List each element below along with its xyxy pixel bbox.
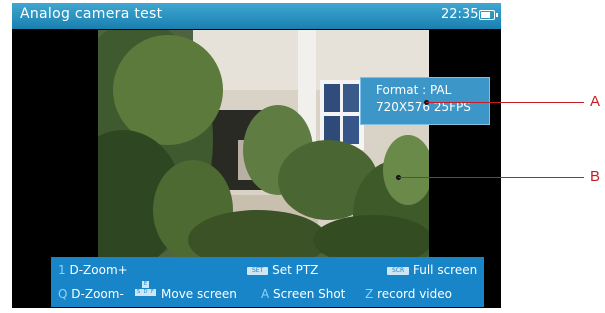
clock: 22:35 <box>441 7 479 22</box>
menu-record-video[interactable]: Z record video <box>365 287 452 301</box>
callout-b-label: B <box>590 168 601 185</box>
move-screen-label: Move screen <box>161 287 237 301</box>
move-screen-keys-icon: E S D F <box>135 281 157 303</box>
zoom-out-key: Q <box>58 287 68 301</box>
set-ptz-label: Set PTZ <box>272 263 319 277</box>
battery-fill <box>481 12 491 18</box>
scr-key: SCR <box>387 267 410 275</box>
menu-zoom-out[interactable]: Q D-Zoom- <box>58 287 124 301</box>
format-line: Format : PAL <box>376 83 452 97</box>
zoom-in-key: 1 <box>58 263 66 277</box>
callout-a-line <box>426 102 584 103</box>
shortcut-menu-bar: 1 D-Zoom+ SET Set PTZ SCR Full screen Q … <box>51 257 484 307</box>
record-key: Z <box>365 287 374 301</box>
record-video-label: record video <box>377 287 452 301</box>
menu-set-ptz[interactable]: SET Set PTZ <box>247 263 318 277</box>
key-e: E <box>142 281 149 288</box>
key-s: S <box>135 289 142 296</box>
menu-zoom-in[interactable]: 1 D-Zoom+ <box>58 263 128 277</box>
zoom-in-label: D-Zoom+ <box>69 263 128 277</box>
title-bar: Analog camera test 22:35 <box>12 3 501 29</box>
full-screen-label: Full screen <box>413 263 478 277</box>
battery-icon <box>479 10 498 20</box>
device-screen: Analog camera test 22:35 1 D-Zoom+ SET S… <box>12 3 501 308</box>
callout-b-line <box>398 177 584 178</box>
set-key: SET <box>247 267 269 275</box>
app-title: Analog camera test <box>20 6 163 22</box>
menu-full-screen[interactable]: SCR Full screen <box>387 263 477 277</box>
menu-move-screen[interactable]: Move screen <box>161 287 237 301</box>
callout-a-label: A <box>590 93 601 110</box>
camera-image <box>98 30 429 260</box>
key-f: F <box>149 289 156 296</box>
menu-screen-shot[interactable]: A Screen Shot <box>261 287 345 301</box>
camera-video-feed[interactable] <box>98 30 429 260</box>
screen-shot-key: A <box>261 287 270 301</box>
key-d: D <box>142 289 149 296</box>
screen-shot-label: Screen Shot <box>273 287 346 301</box>
zoom-out-label: D-Zoom- <box>71 287 124 301</box>
